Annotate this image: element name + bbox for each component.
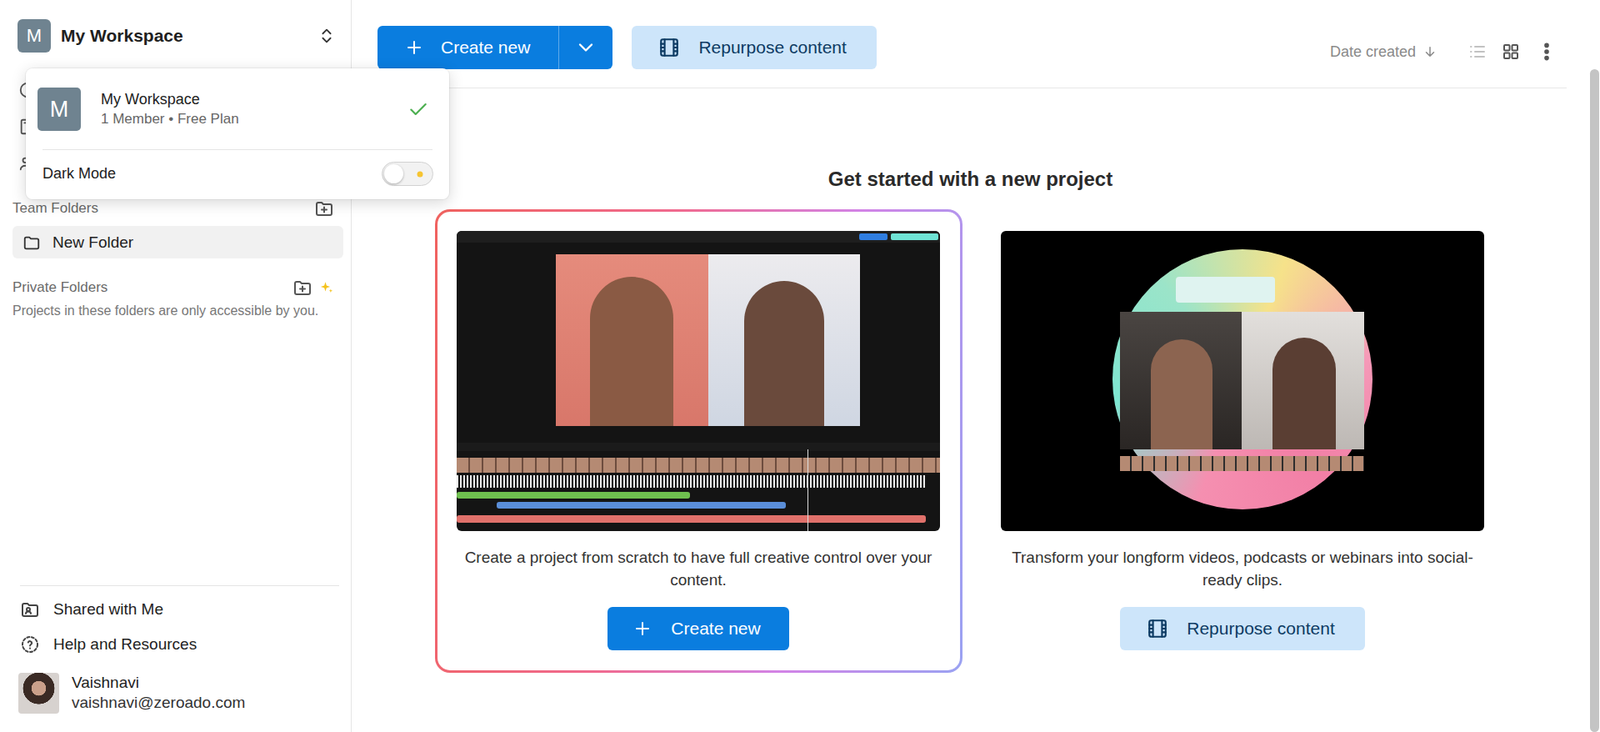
list-view-icon[interactable]	[1467, 41, 1488, 62]
workspace-name: My Workspace	[100, 89, 388, 110]
scrollbar	[1589, 0, 1600, 732]
section-title: Get started with a new project	[828, 166, 1113, 192]
folder-plus-icon[interactable]	[292, 277, 313, 298]
divider	[42, 149, 433, 150]
illustration-controls	[456, 442, 940, 451]
view-toggle	[1467, 41, 1521, 62]
dark-mode-row: Dark Mode	[25, 150, 450, 200]
project-card[interactable]: Transform your longform videos, podcasts…	[979, 209, 1507, 673]
plus-icon	[632, 618, 653, 639]
get-started-section: Get started with a new project Create a p…	[351, 88, 1590, 673]
card-description: Create a project from scratch to have fu…	[456, 545, 941, 591]
link-label: Shared with Me	[53, 600, 164, 619]
sidebar-footer: Shared with Me Help and Resources Vaishnav…	[0, 585, 351, 732]
track-bar	[456, 491, 690, 499]
thumbnail-strip	[456, 457, 940, 473]
workspace-switcher[interactable]: M My Workspace	[0, 0, 351, 72]
user-avatar	[18, 672, 60, 714]
create-new-button[interactable]: Create new	[607, 606, 789, 650]
workspace-meta: 1 Member • Free Plan	[100, 109, 388, 130]
film-icon	[1146, 617, 1169, 640]
chevron-updown-icon[interactable]	[317, 26, 336, 45]
toggle-knob	[384, 164, 404, 184]
section-title: Team Folders	[12, 200, 99, 217]
thumbnail-strip	[1120, 455, 1365, 471]
sun-icon	[414, 168, 426, 180]
user-email: vaishnavi@zeroado.com	[71, 692, 245, 713]
workspace-name: My Workspace	[60, 25, 184, 46]
button-label: Repurpose content	[698, 37, 846, 58]
illustration-button	[1175, 276, 1275, 303]
create-options-button[interactable]	[558, 25, 613, 70]
divider	[377, 87, 1567, 89]
section-title: Private Folders	[12, 279, 108, 296]
editor-illustration	[456, 230, 940, 531]
person-shape	[1150, 339, 1213, 450]
main-area: Create new Repurpose content Date created G…	[351, 0, 1600, 732]
user-profile[interactable]: Vaishnavivaishnavi@zeroado.com	[0, 666, 351, 719]
arrow-down-icon	[1422, 44, 1438, 60]
folder-label: New Folder	[52, 233, 134, 252]
repurpose-button[interactable]: Repurpose content	[1120, 606, 1365, 650]
folder-icon	[22, 233, 41, 252]
folder-row[interactable]: New Folder	[12, 225, 344, 259]
link-label: Help and Resources	[53, 635, 197, 654]
chevron-down-icon	[574, 35, 598, 60]
sort-button[interactable]: Date created	[1330, 43, 1438, 61]
shared-folder-icon	[20, 599, 40, 620]
help-icon	[20, 634, 40, 655]
section-actions	[292, 277, 335, 298]
create-new-button[interactable]: Create new	[377, 25, 559, 70]
user-name: Vaishnavi	[71, 672, 245, 693]
repurpose-illustration	[1000, 230, 1485, 531]
track-bar	[496, 501, 786, 509]
folder-plus-icon[interactable]	[314, 198, 335, 219]
divider	[20, 585, 340, 586]
view-controls: Date created	[1330, 40, 1558, 63]
repurpose-button[interactable]: Repurpose content	[631, 25, 876, 70]
scrollbar-thumb[interactable]	[1590, 69, 1600, 732]
section-note: Projects in these folders are only acces…	[0, 300, 351, 320]
more-icon[interactable]	[1535, 40, 1558, 63]
grid-view-icon[interactable]	[1500, 41, 1521, 62]
sidebar-link[interactable]: Help and Resources	[0, 626, 351, 662]
film-icon	[658, 36, 680, 59]
check-icon	[407, 98, 430, 120]
toolbar: Create new Repurpose content Date created	[351, 0, 1590, 70]
content: Create new Repurpose content Date created G…	[351, 0, 1590, 732]
workspace-avatar: M	[17, 19, 51, 53]
create-new-split-button: Create new	[377, 25, 613, 70]
person-shape	[744, 280, 825, 426]
person-shape	[590, 276, 674, 426]
user-info: Vaishnavivaishnavi@zeroado.com	[71, 672, 245, 713]
sidebar-link[interactable]: Shared with Me	[0, 591, 351, 627]
private-folders-header: Private Folders	[0, 275, 351, 300]
sparkle-icon	[319, 280, 335, 295]
button-label: Repurpose content	[1186, 618, 1335, 639]
illustration-pill	[890, 233, 939, 240]
sort-label: Date created	[1330, 43, 1416, 61]
workspace-menu: M My Workspace1 Member • Free Plan Dark Mo…	[25, 68, 450, 200]
track-bar	[456, 515, 926, 523]
workspace-avatar: M	[37, 87, 81, 131]
plus-icon	[404, 37, 425, 58]
section-actions	[314, 198, 335, 219]
illustration-pill	[859, 233, 888, 240]
dark-mode-toggle[interactable]	[381, 161, 434, 186]
project-cards: Create a project from scratch to have fu…	[435, 209, 1507, 673]
dark-mode-label: Dark Mode	[42, 165, 116, 183]
project-card[interactable]: Create a project from scratch to have fu…	[435, 209, 963, 673]
workspace-info: My Workspace1 Member • Free Plan	[100, 89, 388, 130]
button-label: Create new	[440, 37, 530, 58]
person-shape	[1272, 337, 1336, 450]
playhead	[807, 449, 809, 531]
card-description: Transform your longform videos, podcasts…	[1000, 545, 1485, 591]
button-label: Create new	[670, 618, 760, 639]
waveform	[456, 475, 926, 488]
workspace-option[interactable]: M My Workspace1 Member • Free Plan	[25, 68, 450, 150]
